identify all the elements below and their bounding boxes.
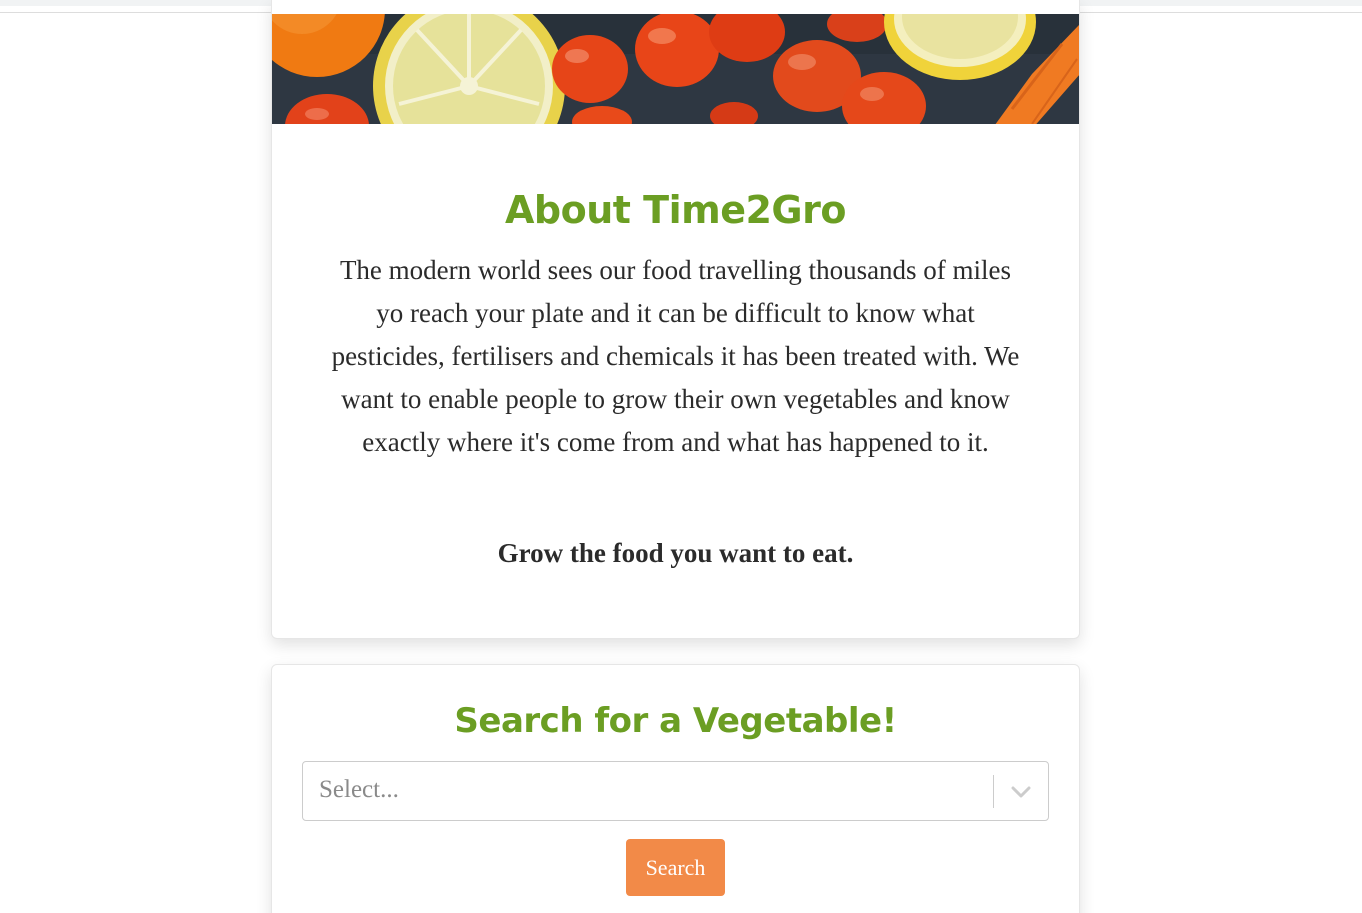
hero-vegetables-image <box>272 14 1079 124</box>
select-indicator-separator <box>993 775 994 808</box>
vegetables-photo <box>272 14 1079 124</box>
search-card: Search for a Vegetable! Select... Search <box>271 664 1080 913</box>
vegetable-select[interactable]: Select... <box>302 761 1049 821</box>
select-placeholder: Select... <box>319 776 399 803</box>
about-description: The modern world sees our food travellin… <box>331 255 1020 457</box>
search-button[interactable]: Search <box>626 839 725 896</box>
about-card: About Time2Gro The modern world sees our… <box>271 0 1080 639</box>
about-tagline: Grow the food you want to eat. <box>497 538 854 568</box>
search-title: Search for a Vegetable! <box>454 701 897 741</box>
chevron-down-icon[interactable] <box>1010 782 1032 802</box>
about-title: About Time2Gro <box>505 188 846 232</box>
